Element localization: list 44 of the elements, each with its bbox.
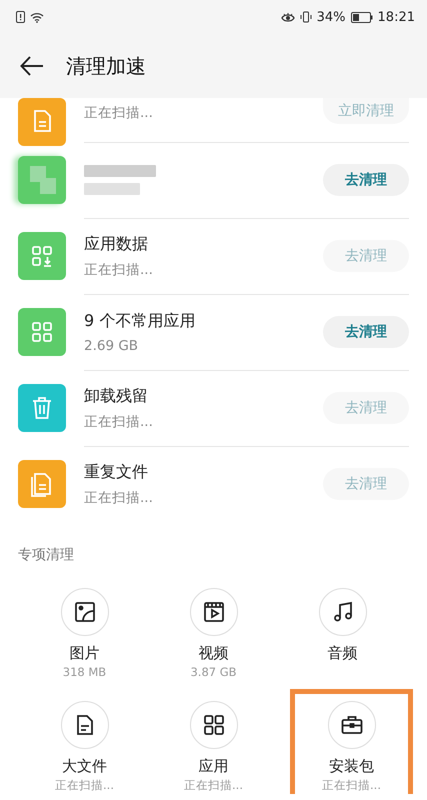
alert-icon (16, 11, 25, 23)
category-button[interactable] (60, 588, 108, 636)
category-size: 正在扫描... (322, 778, 381, 793)
category-label: 应用 (198, 757, 228, 776)
wifi-icon (30, 12, 44, 22)
battery-percent: 34% (316, 10, 346, 24)
item-title: 重复文件 (84, 462, 149, 482)
category-size: 正在扫描... (55, 778, 114, 793)
back-arrow-icon[interactable] (20, 56, 44, 76)
category-button[interactable] (60, 701, 108, 749)
category-label: 图片 (70, 644, 100, 663)
item-title: 9 个不常用应用 (84, 310, 196, 332)
clean-button[interactable]: 去清理 (323, 164, 409, 196)
video-icon (202, 600, 226, 624)
eye-icon (280, 12, 295, 22)
item-status: 正在扫描... (84, 104, 154, 122)
category-size: 318 MB (62, 665, 106, 679)
battery-icon (350, 12, 373, 22)
category-button[interactable] (328, 701, 376, 749)
page-title: 清理加速 (66, 52, 146, 80)
category-label: 安装包 (329, 757, 374, 776)
item-title: 卸载残留 (84, 386, 149, 406)
item-status: 正在扫描... (84, 488, 154, 506)
image-icon (72, 600, 96, 624)
category-button[interactable] (190, 701, 238, 749)
category-button[interactable] (190, 588, 238, 636)
category-label: 视频 (198, 644, 228, 663)
clean-button[interactable]: 去清理 (323, 316, 409, 348)
item-status: 正在扫描... (84, 260, 154, 278)
category-label: 音频 (328, 644, 358, 663)
category-size: 正在扫描... (184, 778, 243, 793)
category-button[interactable] (318, 588, 366, 636)
vibrate-icon (300, 11, 312, 23)
category-label: 大文件 (62, 757, 107, 776)
pixelated-text (84, 183, 140, 195)
section-title: 专项清理 (18, 546, 75, 564)
item-status: 正在扫描... (84, 412, 154, 430)
app-grid-icon (202, 713, 226, 737)
item-status: 2.69 GB (84, 338, 140, 354)
pixelated-text (84, 165, 156, 177)
briefcase-icon (340, 713, 364, 737)
clock: 18:21 (378, 10, 415, 24)
category-size: 3.87 GB (190, 665, 237, 679)
item-title: 应用数据 (84, 234, 149, 254)
